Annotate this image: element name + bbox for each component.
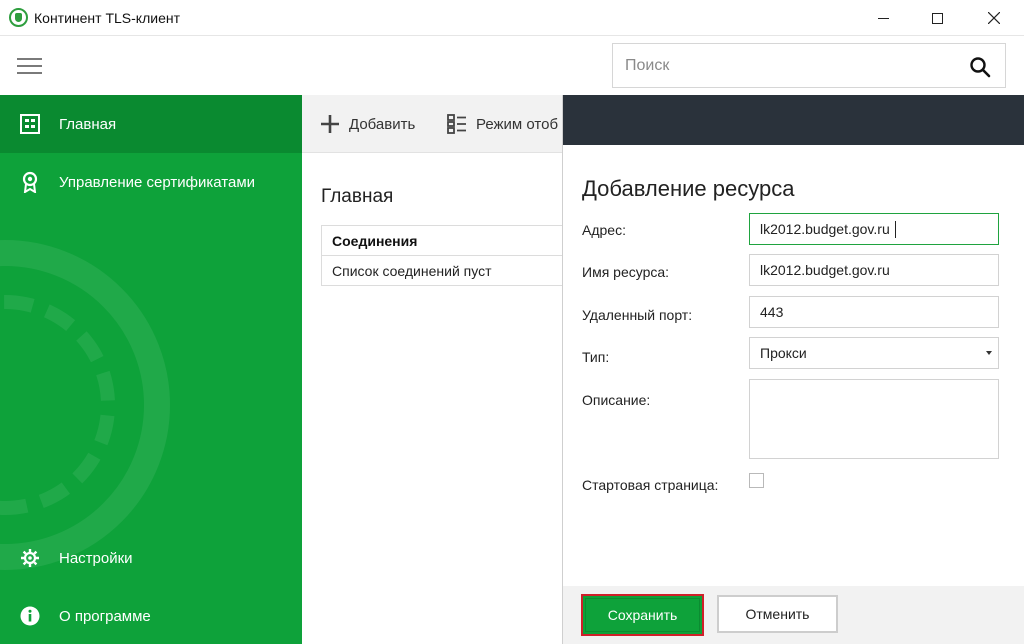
connections-table: Соединения Список соединений пуст: [321, 225, 562, 286]
start-page-checkbox[interactable]: [749, 473, 764, 488]
text-caret: [895, 221, 896, 238]
close-button[interactable]: [969, 0, 1019, 36]
resource-name-value: lk2012.budget.gov.ru: [760, 262, 890, 278]
view-mode-button[interactable]: Режим отоб: [446, 113, 558, 135]
minimize-button[interactable]: [858, 0, 908, 36]
search-box[interactable]: [612, 43, 1006, 88]
description-label: Описание:: [582, 392, 651, 408]
table-empty-row: Список соединений пуст: [322, 256, 562, 286]
sidebar-item-label: Главная: [59, 115, 117, 133]
continent-logo-icon: [9, 8, 28, 27]
certificate-badge-icon: [20, 171, 40, 193]
minimize-icon: [877, 17, 889, 19]
home-grid-icon: [20, 114, 40, 134]
gear-icon: [20, 548, 40, 568]
page-title: Главная: [321, 186, 394, 207]
remote-port-field[interactable]: 443: [749, 296, 999, 328]
address-field[interactable]: lk2012.budget.gov.ru: [749, 213, 999, 245]
type-value: Прокси: [760, 345, 807, 361]
sidebar-item-label: Настройки: [59, 549, 133, 567]
info-icon: [20, 606, 40, 626]
address-value: lk2012.budget.gov.ru: [760, 221, 890, 237]
sidebar-item-label: Управление сертификатами: [59, 173, 256, 191]
remote-port-label: Удаленный порт:: [582, 307, 693, 323]
cancel-button[interactable]: Отменить: [717, 595, 838, 633]
title-bar: Континент TLS-клиент: [0, 0, 1024, 36]
sidebar-item-certificates[interactable]: Управление сертификатами: [0, 153, 302, 211]
maximize-button[interactable]: [912, 0, 962, 36]
description-textarea[interactable]: [749, 379, 999, 459]
resource-name-field[interactable]: lk2012.budget.gov.ru: [749, 254, 999, 286]
remote-port-value: 443: [760, 304, 784, 320]
add-resource-panel: Добавление ресурса Адрес: lk2012.budget.…: [562, 95, 1024, 644]
main-toolbar: Добавить Режим отоб: [302, 95, 562, 153]
start-page-label: Стартовая страница:: [582, 477, 719, 493]
search-input[interactable]: [625, 55, 955, 77]
panel-header-bar: [563, 95, 1024, 145]
panel-title: Добавление ресурса: [582, 176, 795, 201]
hamburger-icon[interactable]: [17, 58, 42, 74]
close-icon: [988, 12, 1000, 24]
dropdown-arrow-icon: [986, 351, 992, 355]
sidebar: Главная Управление сертификатами Настрой…: [0, 95, 302, 644]
type-label: Тип:: [582, 349, 610, 365]
main-content: Добавить Режим отоб Главная Соединения С…: [302, 95, 562, 644]
top-bar: [0, 37, 1024, 95]
resource-name-label: Имя ресурса:: [582, 264, 670, 280]
table-header: Соединения: [322, 225, 562, 256]
panel-footer: Сохранить Отменить: [563, 586, 1024, 644]
type-select[interactable]: Прокси: [749, 337, 999, 369]
plus-icon: [319, 113, 341, 135]
search-icon[interactable]: [969, 56, 991, 78]
save-button-label: Сохранить: [585, 598, 700, 632]
view-mode-icon: [446, 113, 468, 135]
add-button[interactable]: Добавить: [319, 113, 415, 135]
maximize-icon: [931, 12, 943, 24]
save-button[interactable]: Сохранить: [581, 594, 704, 636]
sidebar-item-home[interactable]: Главная: [0, 95, 302, 153]
address-label: Адрес:: [582, 222, 626, 238]
view-mode-label: Режим отоб: [476, 115, 559, 133]
sidebar-item-label: О программе: [59, 607, 151, 625]
window-title: Континент TLS-клиент: [34, 10, 180, 26]
sidebar-item-about[interactable]: О программе: [0, 587, 302, 644]
sidebar-item-settings[interactable]: Настройки: [0, 529, 302, 587]
add-button-label: Добавить: [349, 115, 416, 133]
